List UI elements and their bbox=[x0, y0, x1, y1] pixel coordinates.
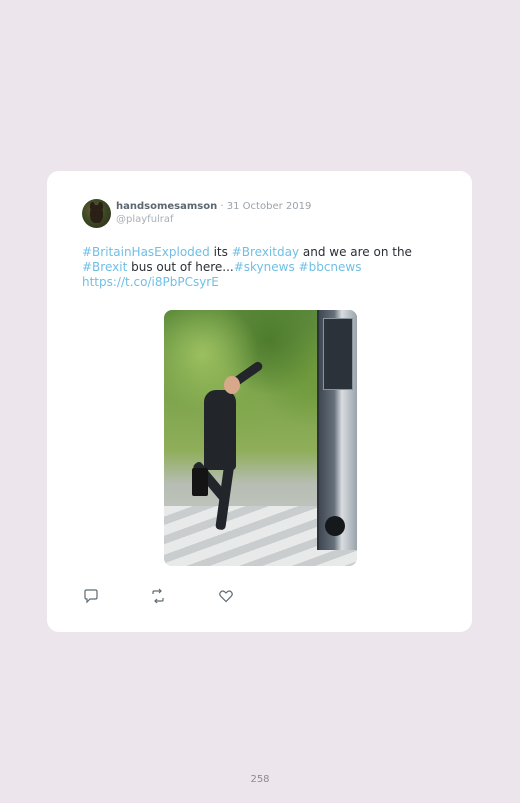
photo-bus bbox=[317, 310, 357, 550]
hashtag-bbcnews[interactable]: #bbcnews bbox=[299, 260, 362, 274]
hashtag-skynews[interactable]: #skynews bbox=[234, 260, 295, 274]
avatar[interactable] bbox=[82, 199, 111, 228]
hashtag-brexitday[interactable]: #Brexitday bbox=[232, 245, 299, 259]
photo-bus-wheel bbox=[325, 516, 345, 536]
avatar-dog bbox=[90, 205, 103, 223]
hashtag-brexit[interactable]: #Brexit bbox=[82, 260, 127, 274]
tweet-text: #BritainHasExploded its #Brexitday and w… bbox=[82, 245, 442, 290]
photo-man-body bbox=[204, 390, 236, 470]
tweet-text-segment: bus out of here... bbox=[127, 260, 234, 274]
retweet-icon[interactable] bbox=[149, 587, 167, 605]
heart-icon[interactable] bbox=[217, 587, 235, 605]
tweet-actions bbox=[82, 587, 282, 605]
reply-icon[interactable] bbox=[82, 587, 100, 605]
photo-man-head bbox=[224, 376, 240, 394]
tweet-card: handsomesamson · 31 October 2019 @playfu… bbox=[47, 171, 472, 632]
photo-briefcase bbox=[192, 468, 208, 496]
tweet-text-segment: its bbox=[209, 245, 232, 259]
hashtag-britainhasexploded[interactable]: #BritainHasExploded bbox=[82, 245, 210, 259]
author-name[interactable]: handsomesamson bbox=[116, 201, 217, 212]
tweet-link[interactable]: https://t.co/i8PbPCsyrE bbox=[82, 275, 219, 289]
tweet-date[interactable]: 31 October 2019 bbox=[227, 201, 312, 212]
tweet-photo[interactable] bbox=[164, 310, 357, 566]
author-handle[interactable]: @playfulraf bbox=[116, 213, 311, 226]
meta-separator: · bbox=[217, 201, 227, 212]
tweet-text-segment: and we are on the bbox=[299, 245, 412, 259]
tweet-meta: handsomesamson · 31 October 2019 @playfu… bbox=[116, 200, 311, 226]
page-number: 258 bbox=[250, 774, 270, 785]
photo-bus-window bbox=[323, 318, 353, 390]
